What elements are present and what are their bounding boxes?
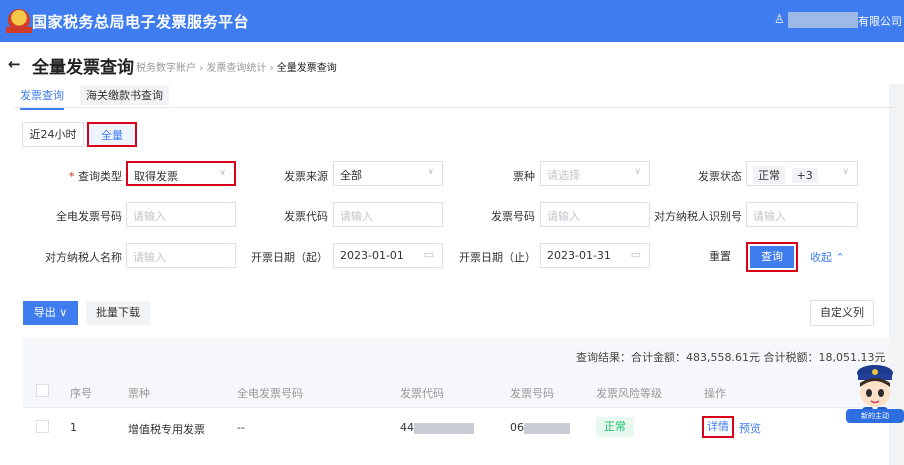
breadcrumb-item[interactable]: 税务数字账户 (136, 63, 196, 74)
chevron-down-icon: ∨ (427, 167, 434, 177)
mascot-badge[interactable]: 新的主动 (846, 409, 904, 423)
detail-link[interactable]: 详情 (702, 416, 734, 438)
date-start-value: 2023-01-01 (340, 249, 404, 262)
reset-button[interactable]: 重置 (700, 244, 740, 270)
cell-ticket-type: 增值税专用发票 (128, 423, 205, 436)
batch-download-button[interactable]: 批量下载 (86, 301, 150, 325)
ticket-type-select[interactable]: 请选择 ∨ (540, 161, 650, 186)
tab-bar: 发票查询 海关缴款书查询 (14, 84, 894, 110)
col-header-risk-level: 发票风险等级 (596, 387, 662, 400)
redacted-block (524, 422, 570, 434)
query-summary: 查询结果：合计金额：483,558.61元 合计税额：18,051.13元 (576, 351, 886, 364)
invoice-code-input[interactable]: 请输入 (333, 202, 443, 227)
back-arrow-icon[interactable]: ← (8, 55, 21, 73)
invoice-number-prefix: 06 (510, 421, 524, 434)
invoice-code-prefix: 44 (400, 421, 414, 434)
partner-name-input[interactable]: 请输入 (126, 243, 236, 268)
status-tag-more: +3 (791, 168, 818, 183)
tab-invoice-query[interactable]: 发票查询 (20, 87, 64, 110)
export-button[interactable]: 导出 ∨ (23, 301, 78, 325)
chevron-down-icon: ∨ (634, 167, 641, 177)
status-label: 发票状态 (698, 170, 742, 183)
chevron-down-icon: ∨ (842, 167, 849, 177)
breadcrumb-separator: › (269, 63, 274, 74)
query-type-label: * 查询类型 (50, 168, 122, 184)
calendar-icon: ▭ (423, 248, 434, 261)
status-tag-normal: 正常 (753, 166, 785, 184)
risk-badge: 正常 (596, 417, 634, 437)
col-header-invoice-code: 发票代码 (400, 387, 444, 400)
query-type-select[interactable]: 取得发票 ∨ (126, 161, 236, 186)
invoice-number-input[interactable]: 请输入 (540, 202, 650, 227)
status-multiselect[interactable]: 正常 +3 ∨ (746, 161, 858, 186)
ticket-type-placeholder: 请选择 (547, 169, 580, 182)
source-select[interactable]: 全部 ∨ (333, 161, 443, 186)
col-header-ticket-type: 票种 (128, 387, 150, 400)
emblem-ribbon-icon (6, 27, 32, 33)
date-start-picker[interactable]: 2023-01-01 ▭ (333, 243, 443, 268)
partner-taxid-placeholder: 请输入 (753, 210, 786, 223)
breadcrumb-current: 全量发票查询 (276, 63, 337, 74)
collapse-toggle[interactable]: 收起 ⌃ (810, 249, 845, 265)
full-invoice-no-label: 全电发票号码 (56, 210, 122, 223)
calendar-icon: ▭ (630, 248, 641, 261)
date-end-value: 2023-01-31 (547, 249, 611, 262)
col-header-full-invoice-no: 全电发票号码 (237, 387, 303, 400)
cell-full-invoice-no: -- (237, 421, 245, 434)
invoice-code-label: 发票代码 (284, 210, 328, 223)
custom-columns-button[interactable]: 自定义列 (810, 300, 874, 326)
tab-customs-payment-query[interactable]: 海关缴款书查询 (80, 85, 169, 105)
top-bar: 国家税务总局电子发票服务平台 ♙ 有限公司 (0, 0, 904, 42)
invoice-number-label: 发票号码 (491, 210, 535, 223)
preview-link[interactable]: 预览 (739, 420, 761, 436)
cell-index: 1 (70, 421, 77, 434)
user-name-redacted[interactable] (788, 12, 858, 28)
partner-taxid-label: 对方纳税人识别号 (654, 210, 742, 223)
user-company-suffix[interactable]: 有限公司 (858, 13, 902, 29)
source-label: 发票来源 (284, 170, 328, 183)
required-mark: * (69, 170, 75, 183)
query-button-highlight[interactable]: 查询 (746, 242, 798, 272)
source-value: 全部 (340, 169, 362, 182)
ticket-type-label: 票种 (513, 170, 535, 183)
redacted-block (414, 422, 474, 434)
full-invoice-no-placeholder: 请输入 (133, 210, 166, 223)
date-end-label: 开票日期（止） (459, 251, 536, 264)
user-icon[interactable]: ♙ (774, 12, 785, 26)
range-all[interactable]: 全量 (87, 122, 137, 147)
partner-name-placeholder: 请输入 (133, 251, 166, 264)
partner-taxid-input[interactable]: 请输入 (746, 202, 858, 227)
cell-invoice-number: 06 (510, 421, 570, 434)
table-header (23, 374, 889, 408)
page-title: 全量发票查询 (32, 58, 134, 78)
app-title: 国家税务总局电子发票服务平台 (32, 13, 250, 31)
col-header-actions: 操作 (704, 387, 726, 400)
page-header: ← 全量发票查询 税务数字账户 › 发票查询统计 › 全量发票查询 (0, 42, 904, 86)
invoice-number-placeholder: 请输入 (547, 210, 580, 223)
col-header-invoice-number: 发票号码 (510, 387, 554, 400)
range-recent-24h[interactable]: 近24小时 (22, 122, 84, 147)
invoice-code-placeholder: 请输入 (340, 210, 373, 223)
query-type-label-text: 查询类型 (78, 170, 122, 183)
chevron-down-icon: ∨ (219, 168, 226, 178)
breadcrumb-item[interactable]: 发票查询统计 (206, 63, 266, 74)
row-checkbox[interactable] (36, 420, 49, 433)
col-header-index: 序号 (70, 387, 92, 400)
partner-name-label: 对方纳税人名称 (45, 251, 122, 264)
query-type-value: 取得发票 (134, 170, 178, 183)
select-all-checkbox[interactable] (36, 384, 49, 397)
date-end-picker[interactable]: 2023-01-31 ▭ (540, 243, 650, 268)
breadcrumb-separator: › (199, 63, 204, 74)
full-invoice-no-input[interactable]: 请输入 (126, 202, 236, 227)
date-start-label: 开票日期（起） (251, 251, 328, 264)
query-button[interactable]: 查询 (750, 246, 794, 268)
breadcrumb: 税务数字账户 › 发票查询统计 › 全量发票查询 (136, 59, 337, 74)
cell-invoice-code: 44 (400, 421, 474, 434)
